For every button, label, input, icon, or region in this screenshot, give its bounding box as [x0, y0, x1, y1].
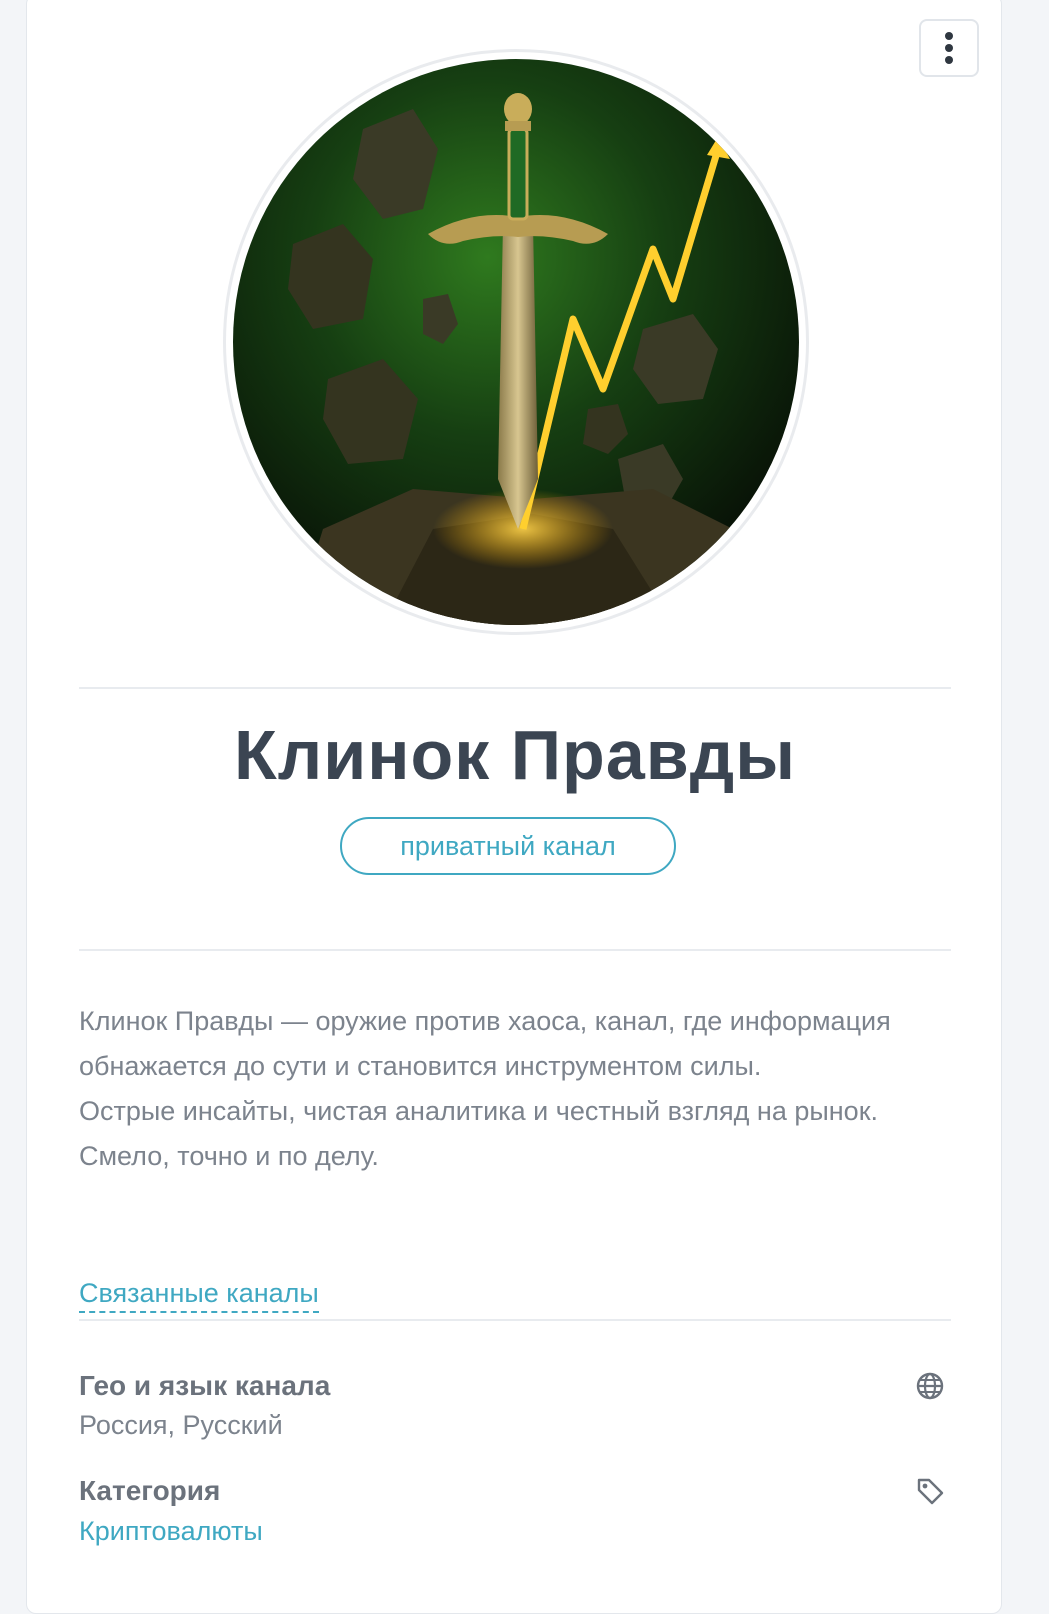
description-line: Острые инсайты, чистая аналитика и честн…	[79, 1096, 879, 1171]
divider	[79, 1319, 951, 1321]
tag-icon	[917, 1478, 944, 1505]
divider	[79, 687, 951, 689]
category-value[interactable]: Криптовалюты	[79, 1516, 263, 1547]
avatar-image	[233, 59, 799, 625]
channel-card: Клинок Правды приватный канал Клинок Пра…	[26, 0, 1002, 1614]
private-channel-badge: приватный канал	[340, 817, 676, 875]
geo-value: Россия, Русский	[79, 1410, 283, 1440]
description-line: Клинок Правды — оружие против хаоса, кан…	[79, 1006, 891, 1081]
globe-icon	[916, 1372, 944, 1400]
geo-label: Гео и язык канала	[79, 1370, 331, 1401]
more-options-button[interactable]	[919, 19, 979, 77]
category-label: Категория	[79, 1475, 221, 1506]
channel-avatar	[223, 49, 809, 635]
related-channels-link[interactable]: Связанные каналы	[79, 1278, 319, 1313]
channel-description: Клинок Правды — оружие против хаоса, кан…	[79, 999, 959, 1179]
channel-title: Клинок Правды	[234, 716, 796, 794]
more-vertical-icon	[945, 32, 953, 64]
divider	[79, 949, 951, 951]
